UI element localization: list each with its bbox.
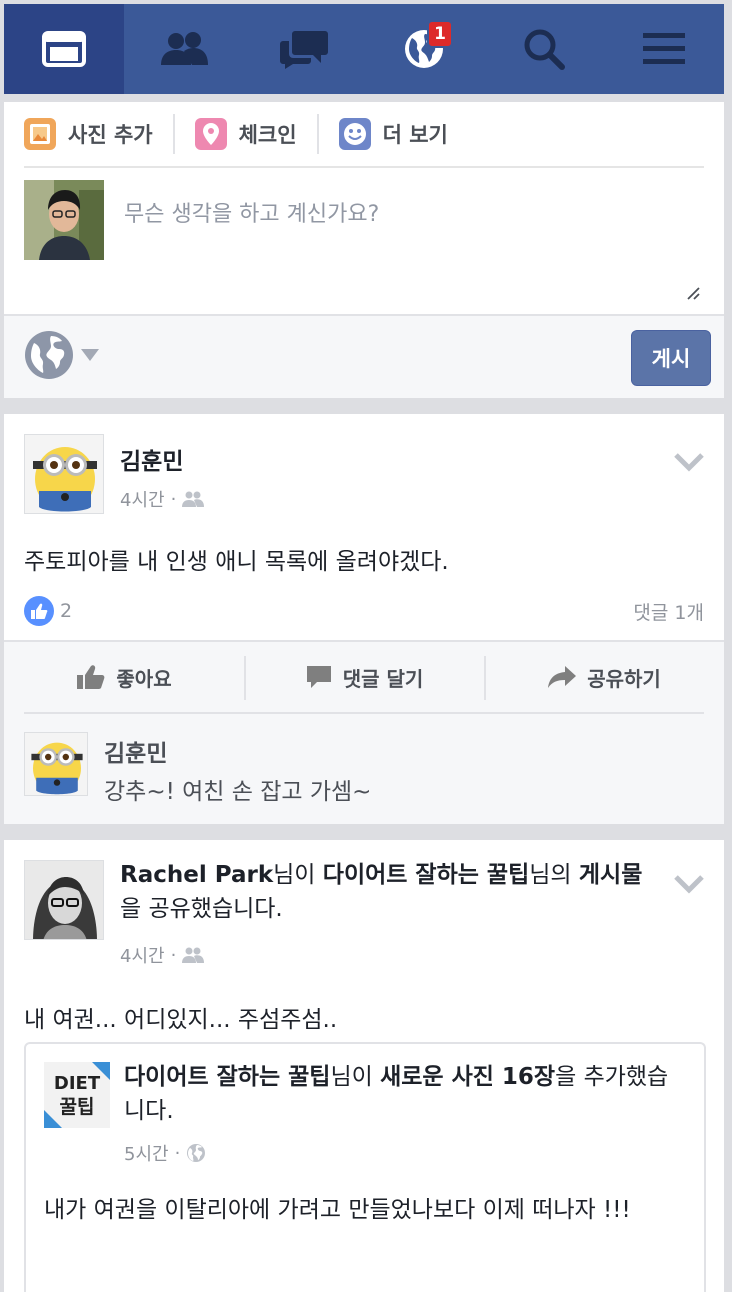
comment-label: 댓글 달기: [342, 666, 424, 691]
shared-post-card[interactable]: DIET 꿀팁 다이어트 잘하는 꿀팁님이 새로운 사진 16장을 추가했습니다…: [24, 1042, 706, 1292]
post-meta: 4시간 ·: [120, 486, 205, 512]
photo-icon: [24, 118, 56, 150]
feed-story: Rachel Park님이 다이어트 잘하는 꿀팁님의 게시물을 공유했습니다.…: [4, 840, 724, 1292]
meta-separator: ·: [170, 944, 177, 966]
add-photo-label: 사진 추가: [68, 123, 153, 147]
story-actions: 좋아요 댓글 달기 공유하기: [4, 640, 724, 712]
comment-button[interactable]: 댓글 달기: [244, 642, 484, 712]
comment-icon: [306, 666, 331, 688]
like-count[interactable]: 2: [24, 596, 72, 626]
shared-post-time[interactable]: 5시간: [124, 1140, 169, 1166]
comment-section: 김훈민 강추~! 여친 손 잡고 가셈~: [4, 712, 724, 824]
globe-icon: [25, 331, 73, 379]
post-meta: 4시간 ·: [120, 942, 205, 968]
chevron-down-icon[interactable]: [674, 452, 704, 472]
notification-badge: 1: [427, 20, 453, 48]
shared-headline: 다이어트 잘하는 꿀팁님이 새로운 사진 16장을 추가했습니다.: [124, 1060, 684, 1128]
commenter-name[interactable]: 김훈민: [104, 734, 167, 768]
messages-icon: [280, 31, 328, 69]
resize-grip-icon[interactable]: [686, 286, 700, 300]
post-time[interactable]: 4시간: [120, 942, 165, 968]
nav-news-feed[interactable]: [4, 4, 124, 94]
like-label: 좋아요: [116, 666, 172, 691]
composer-actions: 사진 추가 체크인 더 보기: [24, 102, 704, 168]
facebook-mobile-frame: 1 사진 추가 체크인 더 보기 무슨 생각을 하고 계신가요? 게시 김훈민 …: [4, 4, 724, 1292]
shared-page-name[interactable]: 다이어트 잘하는 꿀팁: [124, 1064, 330, 1090]
headline-suffix: 을 공유했습니다.: [120, 896, 283, 922]
share-arrow-icon: [548, 666, 577, 688]
nav-friend-requests[interactable]: [124, 4, 244, 94]
composer-input-area[interactable]: 무슨 생각을 하고 계신가요?: [24, 180, 704, 310]
chevron-down-icon[interactable]: [674, 874, 704, 894]
post-text: 내 여권... 어디있지... 주섬주섬..: [24, 1007, 338, 1033]
post-time[interactable]: 4시간: [120, 486, 165, 512]
thumb-line-2: 꿀팁: [60, 1096, 95, 1118]
headline-connector: 님이: [330, 1064, 381, 1090]
nav-notifications[interactable]: 1: [364, 4, 484, 94]
nav-menu[interactable]: [604, 4, 724, 94]
add-photo-button[interactable]: 사진 추가: [24, 114, 153, 154]
news-feed-icon: [42, 31, 86, 67]
post-text: 주토피아를 내 인생 애니 목록에 올려야겠다.: [24, 549, 449, 575]
location-pin-icon: [194, 118, 227, 150]
author-name[interactable]: Rachel Park: [120, 862, 273, 888]
nav-search[interactable]: [484, 4, 604, 94]
comment-count[interactable]: 댓글 1개: [633, 598, 704, 625]
composer-footer: 게시: [4, 314, 724, 398]
more-label: 더 보기: [382, 123, 448, 147]
friends-icon: [161, 32, 208, 65]
top-nav-bar: 1: [4, 4, 724, 94]
search-icon: [524, 29, 565, 70]
thumbs-up-icon: [77, 665, 105, 689]
post-button[interactable]: 게시: [631, 330, 711, 386]
hamburger-menu-icon: [643, 33, 685, 64]
checkin-button[interactable]: 체크인: [194, 114, 297, 154]
divider: [172, 114, 175, 154]
comment-text: 강추~! 여친 손 잡고 가셈~: [104, 779, 372, 805]
share-label: 공유하기: [587, 666, 661, 691]
checkin-label: 체크인: [238, 123, 297, 147]
status-composer: 사진 추가 체크인 더 보기 무슨 생각을 하고 계신가요? 게시: [4, 102, 724, 398]
friends-icon: [182, 491, 205, 507]
share-button[interactable]: 공유하기: [484, 642, 724, 712]
friends-icon: [182, 947, 205, 963]
shared-post-text: 내가 여권을 이탈리아에 가려고 만들었나보다 이제 떠나자 !!!: [44, 1197, 631, 1223]
smiley-icon: [338, 118, 371, 150]
reactions-summary[interactable]: 2 댓글 1개: [24, 596, 704, 626]
audience-selector[interactable]: [24, 330, 100, 380]
divider: [316, 114, 319, 154]
more-button[interactable]: 더 보기: [338, 114, 448, 154]
comment: 김훈민 강추~! 여친 손 잡고 가셈~: [24, 712, 704, 824]
nav-messages[interactable]: [244, 4, 364, 94]
shared-post-meta: 5시간 ·: [124, 1140, 206, 1166]
shared-object-link[interactable]: 게시물: [579, 862, 642, 888]
composer-placeholder: 무슨 생각을 하고 계신가요?: [124, 202, 380, 227]
author-name[interactable]: 김훈민: [120, 442, 183, 476]
author-avatar[interactable]: [24, 860, 104, 940]
dropdown-arrow-icon: [81, 349, 99, 361]
author-avatar[interactable]: [24, 434, 104, 514]
thumb-line-1: DIET: [54, 1073, 101, 1094]
headline-connector: 님이: [273, 862, 323, 888]
user-avatar: [24, 180, 104, 260]
like-button[interactable]: 좋아요: [4, 642, 244, 712]
feed-story: 김훈민 4시간 · 주토피아를 내 인생 애니 목록에 올려야겠다. 2 댓글 …: [4, 414, 724, 824]
globe-icon: [187, 1144, 206, 1162]
shared-photos-link[interactable]: 새로운 사진 16장: [380, 1064, 555, 1090]
headline-connector: 님의: [529, 862, 579, 888]
meta-separator: ·: [170, 488, 177, 510]
shared-page-name[interactable]: 다이어트 잘하는 꿀팁: [323, 862, 529, 888]
shared-page-avatar[interactable]: DIET 꿀팁: [44, 1062, 110, 1128]
meta-separator: ·: [174, 1142, 181, 1164]
like-reaction-icon: [24, 596, 54, 626]
share-headline: Rachel Park님이 다이어트 잘하는 꿀팁님의 게시물을 공유했습니다.: [120, 858, 660, 926]
like-count-value: 2: [60, 600, 73, 622]
commenter-avatar[interactable]: [24, 732, 88, 796]
